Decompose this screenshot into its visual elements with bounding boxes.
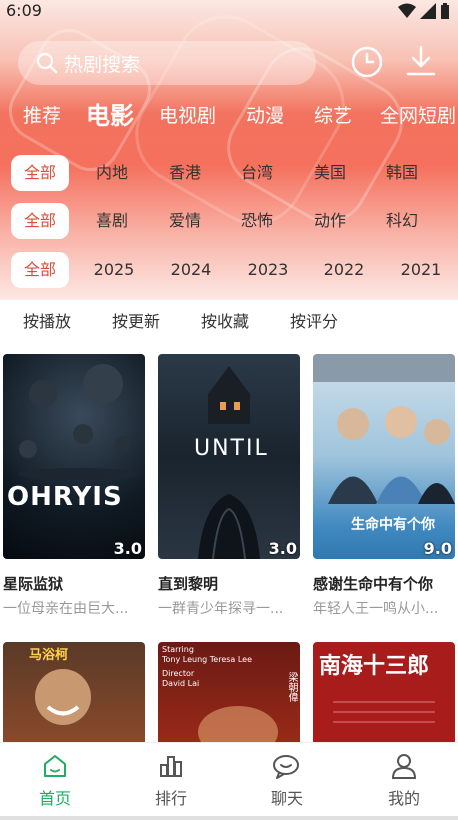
tab-movie[interactable]: 电影 [86, 96, 134, 136]
poster-title-text: 马浴柯 [29, 648, 69, 663]
year-filter-row: 全部 2025 2024 2023 2022 2021 [0, 252, 458, 288]
filter-year-2022[interactable]: 2022 [322, 252, 366, 288]
movie-card[interactable]: OHRYIS 3.0 星际监狱 一位母亲在由巨大... [3, 354, 145, 618]
movie-poster: OHRYIS 3.0 [3, 354, 145, 559]
nav-ranking[interactable]: 排行 [141, 753, 201, 809]
nav-ranking-label: 排行 [154, 789, 187, 808]
movie-score: 3.0 [268, 539, 297, 558]
bottom-navigation: 首页 排行 聊天 我的 [0, 742, 458, 820]
movie-score: 3.0 [113, 539, 142, 558]
svg-text:Director: Director [162, 669, 195, 678]
gesture-bar [0, 816, 458, 820]
movie-poster: Starring Tony Leung Teresa Lee Director … [158, 642, 300, 746]
poster-title-text: 生命中有个你 [351, 517, 435, 533]
filter-region-usa[interactable]: 美国 [312, 155, 348, 191]
tab-recommend[interactable]: 推荐 [23, 96, 61, 136]
movie-score: 9.0 [423, 539, 452, 558]
movie-title: 直到黎明 [158, 575, 219, 593]
signal-icon [420, 3, 436, 19]
wifi-icon [398, 3, 416, 18]
filter-year-all[interactable]: 全部 [11, 252, 69, 288]
download-icon[interactable] [404, 44, 438, 78]
sort-bar: 按播放 按更新 按收藏 按评分 [0, 300, 458, 340]
status-time: 6:09 [6, 1, 42, 20]
movie-card[interactable]: 南海十三郎 [313, 642, 455, 746]
search-icon [36, 52, 58, 74]
status-bar: 6:09 [0, 0, 458, 24]
filter-region-hongkong[interactable]: 香港 [167, 155, 203, 191]
movie-title: 星际监狱 [3, 575, 64, 593]
region-filter-row: 全部 内地 香港 台湾 美国 韩国 [0, 155, 458, 191]
filter-genre-scifi[interactable]: 科幻 [384, 203, 420, 239]
svg-text:Starring: Starring [162, 645, 194, 654]
movie-poster: 生命中有个你 9.0 [313, 354, 455, 559]
nav-home-label: 首页 [38, 789, 71, 808]
nav-home[interactable]: 首页 [25, 753, 85, 809]
filter-genre-romance[interactable]: 爱情 [167, 203, 203, 239]
filter-region-korea[interactable]: 韩国 [384, 155, 420, 191]
nav-chat[interactable]: 聊天 [257, 753, 317, 809]
filter-year-2023[interactable]: 2023 [246, 252, 290, 288]
movie-title: 感谢生命中有个你 [313, 575, 434, 593]
movie-card[interactable]: 生命中有个你 9.0 感谢生命中有个你 年轻人王一鸣从小... [313, 354, 455, 618]
status-icons [398, 3, 450, 19]
filter-year-2025[interactable]: 2025 [92, 252, 136, 288]
movie-description: 一群青少年探寻一... [158, 601, 284, 617]
filter-genre-action[interactable]: 动作 [312, 203, 348, 239]
search-placeholder: 热剧搜索 [64, 53, 141, 76]
ranking-icon [160, 756, 182, 777]
profile-icon [391, 754, 417, 779]
movie-grid: OHRYIS 3.0 星际监狱 一位母亲在由巨大... UNTIL 3.0 直到… [0, 346, 458, 746]
tab-anime[interactable]: 动漫 [246, 96, 284, 136]
poster-title-text: 南海十三郎 [319, 653, 430, 679]
history-icon[interactable] [350, 45, 384, 79]
category-tabs: 推荐 电影 电视剧 动漫 综艺 全网短剧 [0, 96, 458, 136]
sort-by-updates[interactable]: 按更新 [112, 308, 160, 332]
chat-icon [273, 755, 299, 779]
sort-by-favorites[interactable]: 按收藏 [201, 308, 249, 332]
nav-profile[interactable]: 我的 [374, 753, 434, 809]
movie-poster: 南海十三郎 [313, 642, 455, 746]
svg-text:David Lai: David Lai [162, 679, 199, 688]
tab-short-drama[interactable]: 全网短剧 [380, 96, 456, 136]
poster-art [18, 364, 138, 480]
filter-year-2021[interactable]: 2021 [399, 252, 443, 288]
tab-tv-series[interactable]: 电视剧 [159, 96, 216, 136]
filter-genre-horror[interactable]: 恐怖 [239, 203, 275, 239]
movie-card[interactable]: 马浴柯 [3, 642, 145, 746]
movie-poster: UNTIL 3.0 [158, 354, 300, 559]
poster-art [35, 669, 91, 725]
nav-profile-label: 我的 [387, 789, 420, 808]
filter-genre-comedy[interactable]: 喜剧 [94, 203, 130, 239]
nav-chat-label: 聊天 [270, 789, 303, 808]
filter-region-mainland[interactable]: 内地 [94, 155, 130, 191]
poster-art: Starring Tony Leung Teresa Lee Director … [161, 645, 278, 746]
movie-card[interactable]: Starring Tony Leung Teresa Lee Director … [158, 642, 300, 746]
filter-genre-all[interactable]: 全部 [11, 203, 69, 239]
sort-by-plays[interactable]: 按播放 [23, 308, 71, 332]
movie-description: 一位母亲在由巨大... [3, 601, 129, 617]
genre-filter-row: 全部 喜剧 爱情 恐怖 动作 科幻 [0, 203, 458, 239]
filter-region-taiwan[interactable]: 台湾 [239, 155, 275, 191]
poster-title-text: UNTIL [194, 436, 269, 461]
movie-poster: 马浴柯 [3, 642, 145, 746]
filter-year-2024[interactable]: 2024 [169, 252, 213, 288]
poster-title-text: 梁朝偉 [286, 672, 297, 702]
sort-by-rating[interactable]: 按评分 [290, 308, 338, 332]
home-icon [44, 755, 66, 777]
battery-icon [441, 3, 449, 19]
movie-card[interactable]: UNTIL 3.0 直到黎明 一群青少年探寻一... [158, 354, 300, 618]
svg-text:Tony Leung Teresa Lee: Tony Leung Teresa Lee [161, 655, 252, 664]
tab-variety[interactable]: 综艺 [314, 96, 352, 136]
search-input[interactable]: 热剧搜索 [18, 41, 316, 85]
filter-region-all[interactable]: 全部 [11, 155, 69, 191]
movie-description: 年轻人王一鸣从小... [313, 601, 439, 617]
poster-title-text: OHRYIS [7, 482, 123, 512]
